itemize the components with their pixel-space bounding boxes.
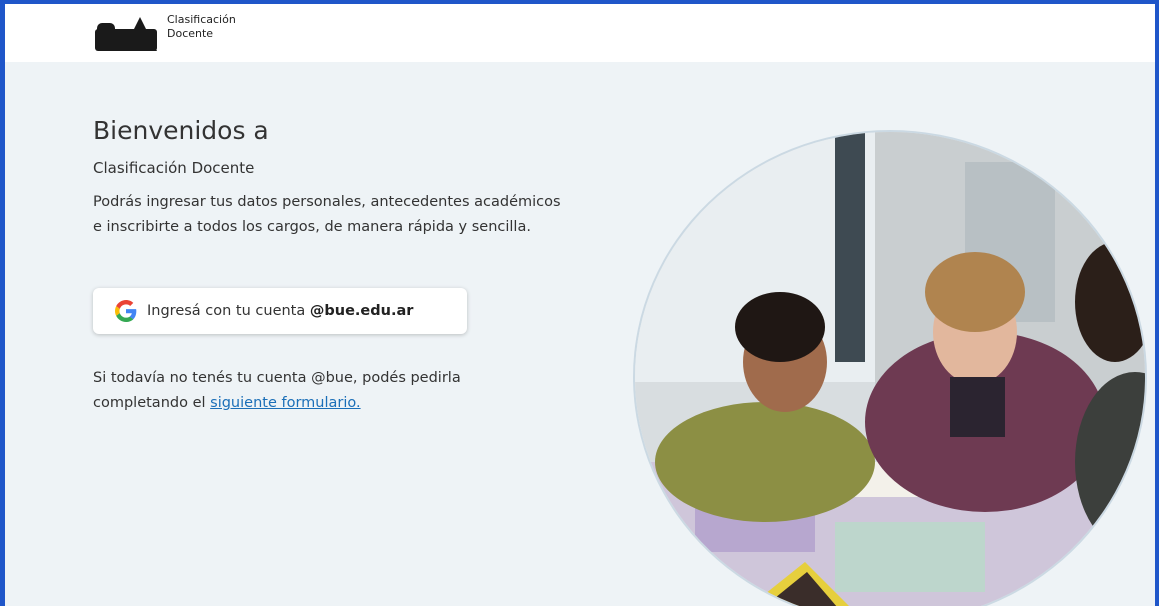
account-request-note: Si todavía no tenés tu cuenta @bue, podé… [93,366,513,416]
students-photo [635,132,1145,606]
brand-line-2: Docente [167,27,214,40]
brand-line-1: Clasificación [167,13,236,26]
google-login-domain: @bue.edu.ar [309,303,414,319]
google-login-label: Ingresá con tu cuenta @bue.edu.ar [147,303,413,319]
students-illustration [635,132,1145,606]
app-window: Clasificación Docente Bienvenidos a Clas… [0,0,1159,606]
brand-name: Clasificación Docente [167,13,236,41]
google-icon [115,300,137,322]
google-login-prefix: Ingresá con tu cuenta [147,303,310,319]
page-subtitle: Clasificación Docente [93,159,255,177]
intro-description: Podrás ingresar tus datos personales, an… [93,194,561,235]
request-form-link[interactable]: siguiente formulario. [210,395,360,411]
ba-logo[interactable] [95,15,157,51]
header: Clasificación Docente [5,4,1155,62]
google-login-button[interactable]: Ingresá con tu cuenta @bue.edu.ar [93,288,467,334]
page-title: Bienvenidos a [93,116,269,145]
